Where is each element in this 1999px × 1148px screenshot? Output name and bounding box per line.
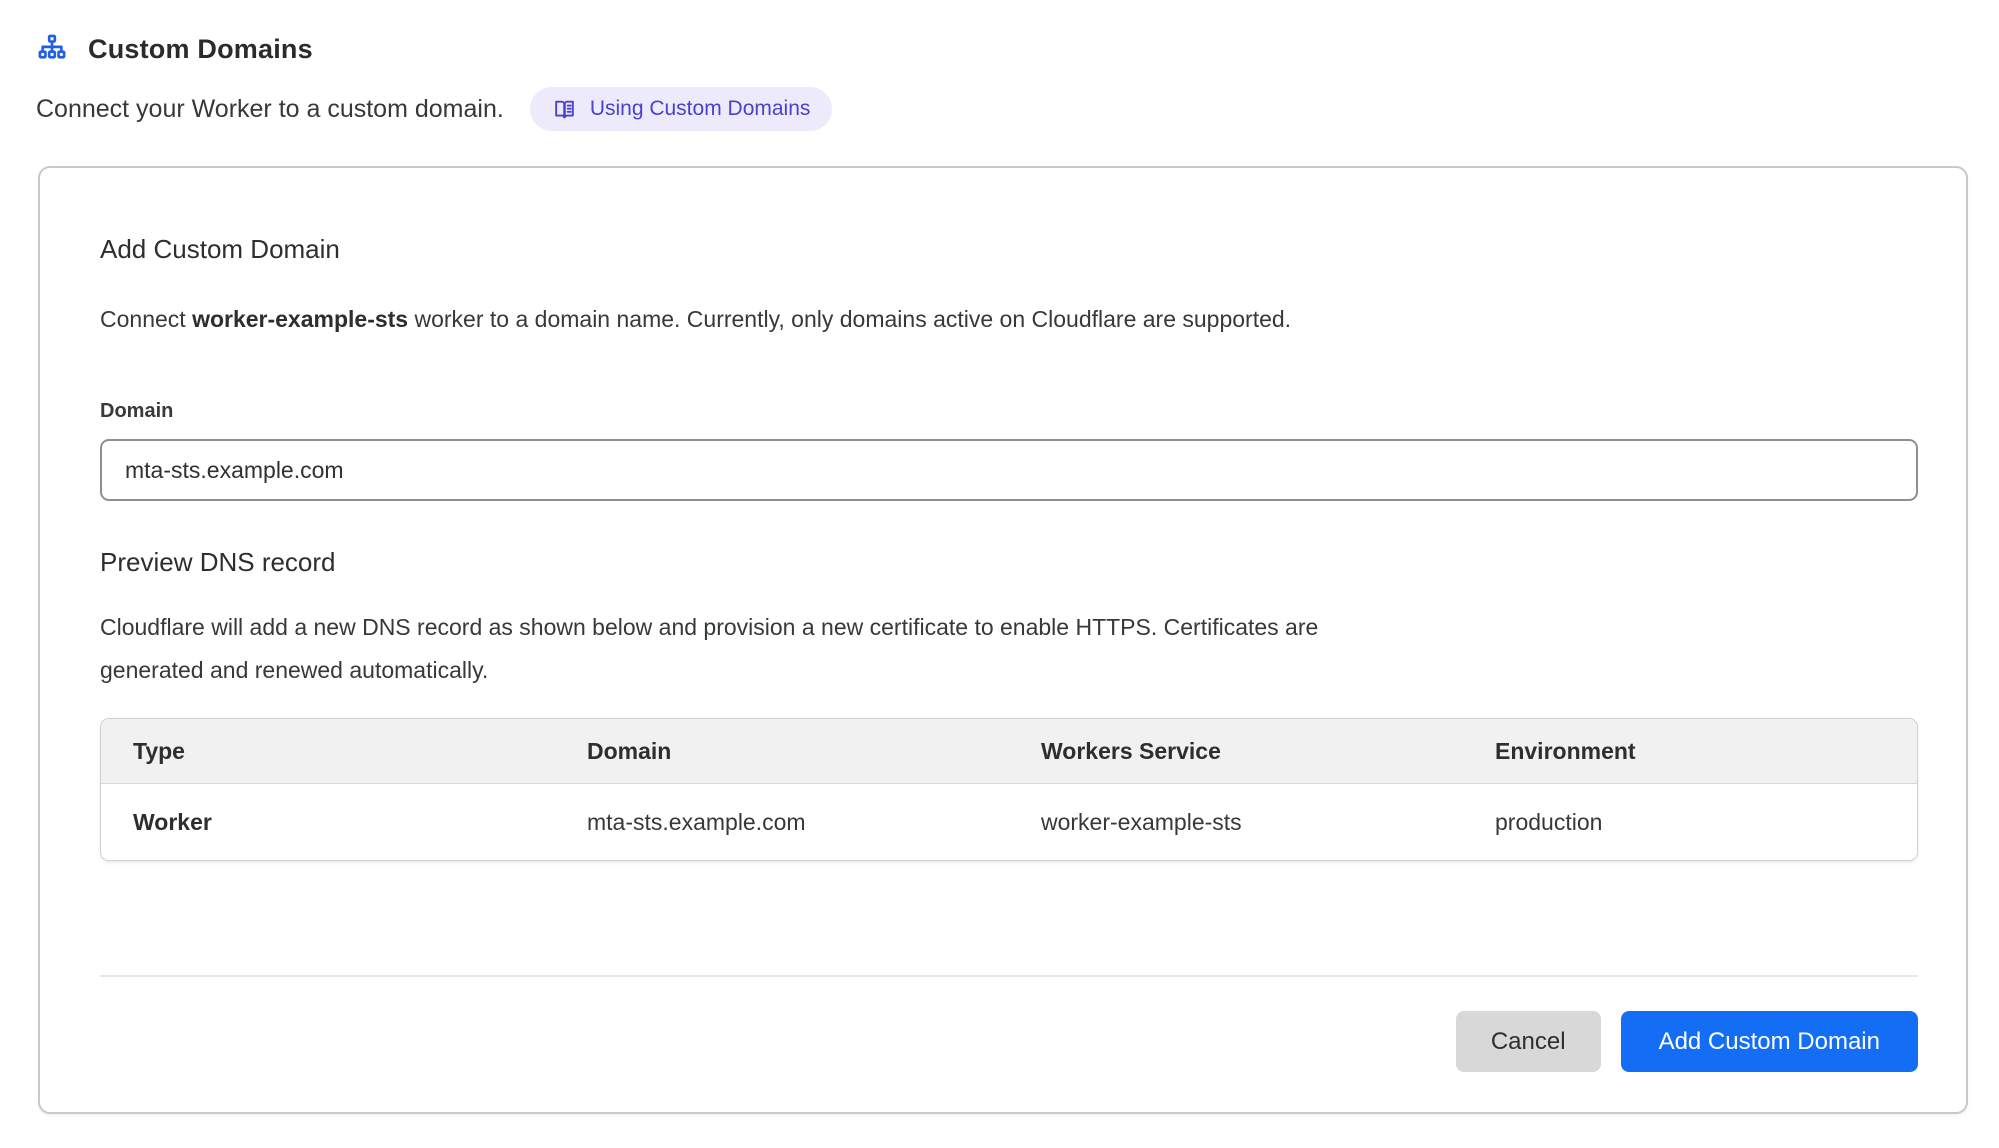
intro-prefix: Connect: [100, 306, 192, 332]
page-subtitle: Connect your Worker to a custom domain.: [36, 95, 504, 124]
table-header-domain: Domain: [555, 719, 1009, 783]
docs-link-label: Using Custom Domains: [590, 97, 811, 121]
table-row: Worker mta-sts.example.com worker-exampl…: [101, 783, 1917, 860]
cell-type: Worker: [101, 783, 555, 860]
footer-divider: [100, 975, 1918, 977]
intro-suffix: worker to a domain name. Currently, only…: [408, 306, 1291, 332]
cell-environment: production: [1463, 783, 1917, 860]
page-header: Custom Domains Connect your Worker to a …: [0, 0, 1999, 132]
dns-preview-table: Type Domain Workers Service Environment …: [100, 718, 1918, 861]
table-header-type: Type: [101, 719, 555, 783]
docs-link-using-custom-domains[interactable]: Using Custom Domains: [530, 87, 833, 131]
sitemap-icon: [36, 33, 68, 65]
domain-input[interactable]: [100, 439, 1918, 501]
form-intro: Connect worker-example-sts worker to a d…: [100, 305, 1918, 334]
table-header-row: Type Domain Workers Service Environment: [101, 719, 1917, 783]
page-title: Custom Domains: [88, 34, 313, 65]
footer-actions: Cancel Add Custom Domain: [100, 1011, 1918, 1072]
preview-dns-heading: Preview DNS record: [100, 547, 1918, 578]
table-header-environment: Environment: [1463, 719, 1917, 783]
page-subtitle-row: Connect your Worker to a custom domain. …: [36, 86, 1961, 132]
cancel-button[interactable]: Cancel: [1456, 1011, 1601, 1072]
page-title-row: Custom Domains: [36, 30, 1961, 68]
add-custom-domain-card: Add Custom Domain Connect worker-example…: [38, 166, 1968, 1114]
domain-field-label: Domain: [100, 400, 1918, 423]
table-header-workers-service: Workers Service: [1009, 719, 1463, 783]
preview-dns-description: Cloudflare will add a new DNS record as …: [100, 606, 1390, 692]
form-heading: Add Custom Domain: [100, 234, 1918, 265]
cell-domain: mta-sts.example.com: [555, 783, 1009, 860]
cell-workers-service: worker-example-sts: [1009, 783, 1463, 860]
worker-name: worker-example-sts: [192, 306, 408, 332]
open-book-icon: [552, 97, 577, 122]
add-custom-domain-button[interactable]: Add Custom Domain: [1621, 1011, 1918, 1072]
